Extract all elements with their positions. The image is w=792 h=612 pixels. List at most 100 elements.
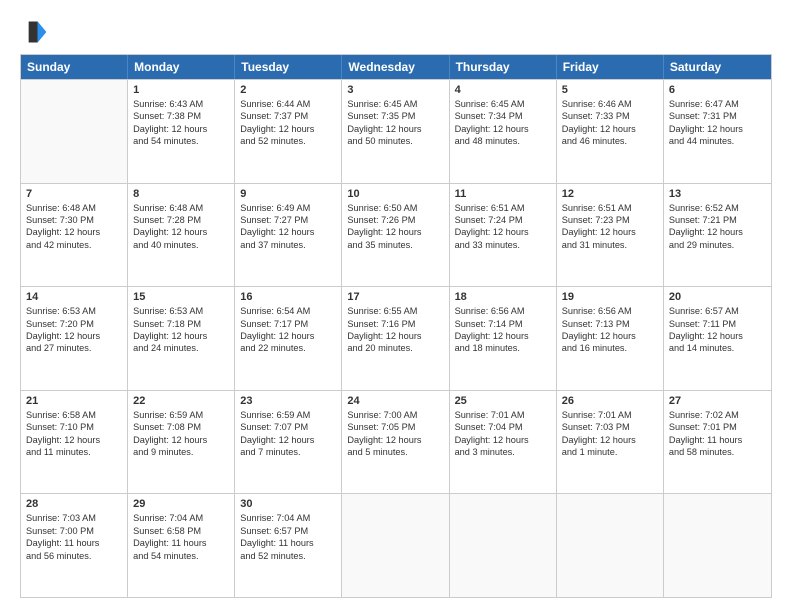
calendar-cell: 27Sunrise: 7:02 AMSunset: 7:01 PMDayligh… bbox=[664, 391, 771, 494]
calendar-cell bbox=[342, 494, 449, 597]
cell-info: Sunrise: 6:59 AM bbox=[133, 409, 229, 421]
cell-info: Sunset: 7:05 PM bbox=[347, 421, 443, 433]
cell-info: Sunset: 7:38 PM bbox=[133, 110, 229, 122]
calendar-cell: 20Sunrise: 6:57 AMSunset: 7:11 PMDayligh… bbox=[664, 287, 771, 390]
calendar-cell: 3Sunrise: 6:45 AMSunset: 7:35 PMDaylight… bbox=[342, 80, 449, 183]
cell-info: Daylight: 11 hours bbox=[669, 434, 766, 446]
cell-info: Sunset: 7:28 PM bbox=[133, 214, 229, 226]
cell-info: Daylight: 12 hours bbox=[347, 123, 443, 135]
cell-info: Sunrise: 6:51 AM bbox=[562, 202, 658, 214]
cell-info: and 50 minutes. bbox=[347, 135, 443, 147]
calendar-cell bbox=[21, 80, 128, 183]
calendar-cell: 29Sunrise: 7:04 AMSunset: 6:58 PMDayligh… bbox=[128, 494, 235, 597]
cell-info: Sunset: 7:01 PM bbox=[669, 421, 766, 433]
day-number: 16 bbox=[240, 291, 336, 303]
cell-info: Daylight: 11 hours bbox=[26, 537, 122, 549]
cell-info: Daylight: 12 hours bbox=[347, 226, 443, 238]
cell-info: Sunrise: 6:45 AM bbox=[347, 98, 443, 110]
cell-info: and 52 minutes. bbox=[240, 550, 336, 562]
cell-info: Sunrise: 6:58 AM bbox=[26, 409, 122, 421]
cell-info: Daylight: 12 hours bbox=[669, 226, 766, 238]
cell-info: Sunrise: 6:43 AM bbox=[133, 98, 229, 110]
day-number: 26 bbox=[562, 395, 658, 407]
cell-info: Sunrise: 6:45 AM bbox=[455, 98, 551, 110]
cell-info: Sunset: 7:03 PM bbox=[562, 421, 658, 433]
calendar-row: 7Sunrise: 6:48 AMSunset: 7:30 PMDaylight… bbox=[21, 183, 771, 287]
day-number: 4 bbox=[455, 84, 551, 96]
logo-icon bbox=[20, 18, 48, 46]
cell-info: Daylight: 12 hours bbox=[133, 123, 229, 135]
cell-info: Daylight: 12 hours bbox=[240, 434, 336, 446]
cell-info: Daylight: 12 hours bbox=[562, 330, 658, 342]
cell-info: and 31 minutes. bbox=[562, 239, 658, 251]
calendar-cell: 18Sunrise: 6:56 AMSunset: 7:14 PMDayligh… bbox=[450, 287, 557, 390]
cal-header-day: Tuesday bbox=[235, 55, 342, 79]
calendar-cell: 25Sunrise: 7:01 AMSunset: 7:04 PMDayligh… bbox=[450, 391, 557, 494]
day-number: 23 bbox=[240, 395, 336, 407]
day-number: 5 bbox=[562, 84, 658, 96]
day-number: 24 bbox=[347, 395, 443, 407]
cell-info: and 11 minutes. bbox=[26, 446, 122, 458]
cal-header-day: Sunday bbox=[21, 55, 128, 79]
cell-info: Daylight: 12 hours bbox=[26, 226, 122, 238]
calendar-cell: 28Sunrise: 7:03 AMSunset: 7:00 PMDayligh… bbox=[21, 494, 128, 597]
cell-info: Sunset: 7:35 PM bbox=[347, 110, 443, 122]
cell-info: Daylight: 12 hours bbox=[455, 123, 551, 135]
day-number: 6 bbox=[669, 84, 766, 96]
cell-info: and 46 minutes. bbox=[562, 135, 658, 147]
cell-info: Sunset: 7:27 PM bbox=[240, 214, 336, 226]
calendar-row: 14Sunrise: 6:53 AMSunset: 7:20 PMDayligh… bbox=[21, 286, 771, 390]
page: SundayMondayTuesdayWednesdayThursdayFrid… bbox=[0, 0, 792, 612]
calendar-row: 28Sunrise: 7:03 AMSunset: 7:00 PMDayligh… bbox=[21, 493, 771, 597]
calendar-cell: 15Sunrise: 6:53 AMSunset: 7:18 PMDayligh… bbox=[128, 287, 235, 390]
day-number: 17 bbox=[347, 291, 443, 303]
cell-info: Sunrise: 7:04 AM bbox=[240, 512, 336, 524]
calendar-cell: 6Sunrise: 6:47 AMSunset: 7:31 PMDaylight… bbox=[664, 80, 771, 183]
cell-info: Sunset: 7:13 PM bbox=[562, 318, 658, 330]
cell-info: Daylight: 12 hours bbox=[562, 434, 658, 446]
cell-info: and 24 minutes. bbox=[133, 342, 229, 354]
calendar-cell: 17Sunrise: 6:55 AMSunset: 7:16 PMDayligh… bbox=[342, 287, 449, 390]
cell-info: Sunrise: 6:59 AM bbox=[240, 409, 336, 421]
calendar-header: SundayMondayTuesdayWednesdayThursdayFrid… bbox=[21, 55, 771, 79]
cell-info: Sunset: 6:58 PM bbox=[133, 525, 229, 537]
calendar-cell: 8Sunrise: 6:48 AMSunset: 7:28 PMDaylight… bbox=[128, 184, 235, 287]
cell-info: Daylight: 12 hours bbox=[455, 226, 551, 238]
cell-info: Daylight: 12 hours bbox=[347, 434, 443, 446]
cell-info: Daylight: 11 hours bbox=[133, 537, 229, 549]
cell-info: Sunrise: 7:01 AM bbox=[562, 409, 658, 421]
cell-info: Sunset: 7:24 PM bbox=[455, 214, 551, 226]
cell-info: Daylight: 12 hours bbox=[240, 226, 336, 238]
cell-info: Sunset: 7:31 PM bbox=[669, 110, 766, 122]
cal-header-day: Saturday bbox=[664, 55, 771, 79]
cell-info: Sunrise: 7:04 AM bbox=[133, 512, 229, 524]
cell-info: Sunset: 7:14 PM bbox=[455, 318, 551, 330]
cell-info: and 42 minutes. bbox=[26, 239, 122, 251]
cell-info: Sunset: 7:08 PM bbox=[133, 421, 229, 433]
calendar-row: 21Sunrise: 6:58 AMSunset: 7:10 PMDayligh… bbox=[21, 390, 771, 494]
cell-info: and 16 minutes. bbox=[562, 342, 658, 354]
calendar-cell: 24Sunrise: 7:00 AMSunset: 7:05 PMDayligh… bbox=[342, 391, 449, 494]
cal-header-day: Friday bbox=[557, 55, 664, 79]
cal-header-day: Monday bbox=[128, 55, 235, 79]
cell-info: Sunrise: 6:51 AM bbox=[455, 202, 551, 214]
cell-info: Sunrise: 6:55 AM bbox=[347, 305, 443, 317]
cell-info: Sunrise: 6:46 AM bbox=[562, 98, 658, 110]
cell-info: and 33 minutes. bbox=[455, 239, 551, 251]
calendar-cell: 12Sunrise: 6:51 AMSunset: 7:23 PMDayligh… bbox=[557, 184, 664, 287]
cell-info: Daylight: 11 hours bbox=[240, 537, 336, 549]
day-number: 22 bbox=[133, 395, 229, 407]
cell-info: and 18 minutes. bbox=[455, 342, 551, 354]
cell-info: Sunset: 6:57 PM bbox=[240, 525, 336, 537]
day-number: 13 bbox=[669, 188, 766, 200]
day-number: 1 bbox=[133, 84, 229, 96]
cell-info: and 44 minutes. bbox=[669, 135, 766, 147]
cell-info: Sunrise: 6:50 AM bbox=[347, 202, 443, 214]
cell-info: and 22 minutes. bbox=[240, 342, 336, 354]
cell-info: Sunrise: 6:54 AM bbox=[240, 305, 336, 317]
cell-info: and 20 minutes. bbox=[347, 342, 443, 354]
header bbox=[20, 18, 772, 46]
cell-info: Daylight: 12 hours bbox=[240, 123, 336, 135]
day-number: 25 bbox=[455, 395, 551, 407]
cell-info: Daylight: 12 hours bbox=[347, 330, 443, 342]
